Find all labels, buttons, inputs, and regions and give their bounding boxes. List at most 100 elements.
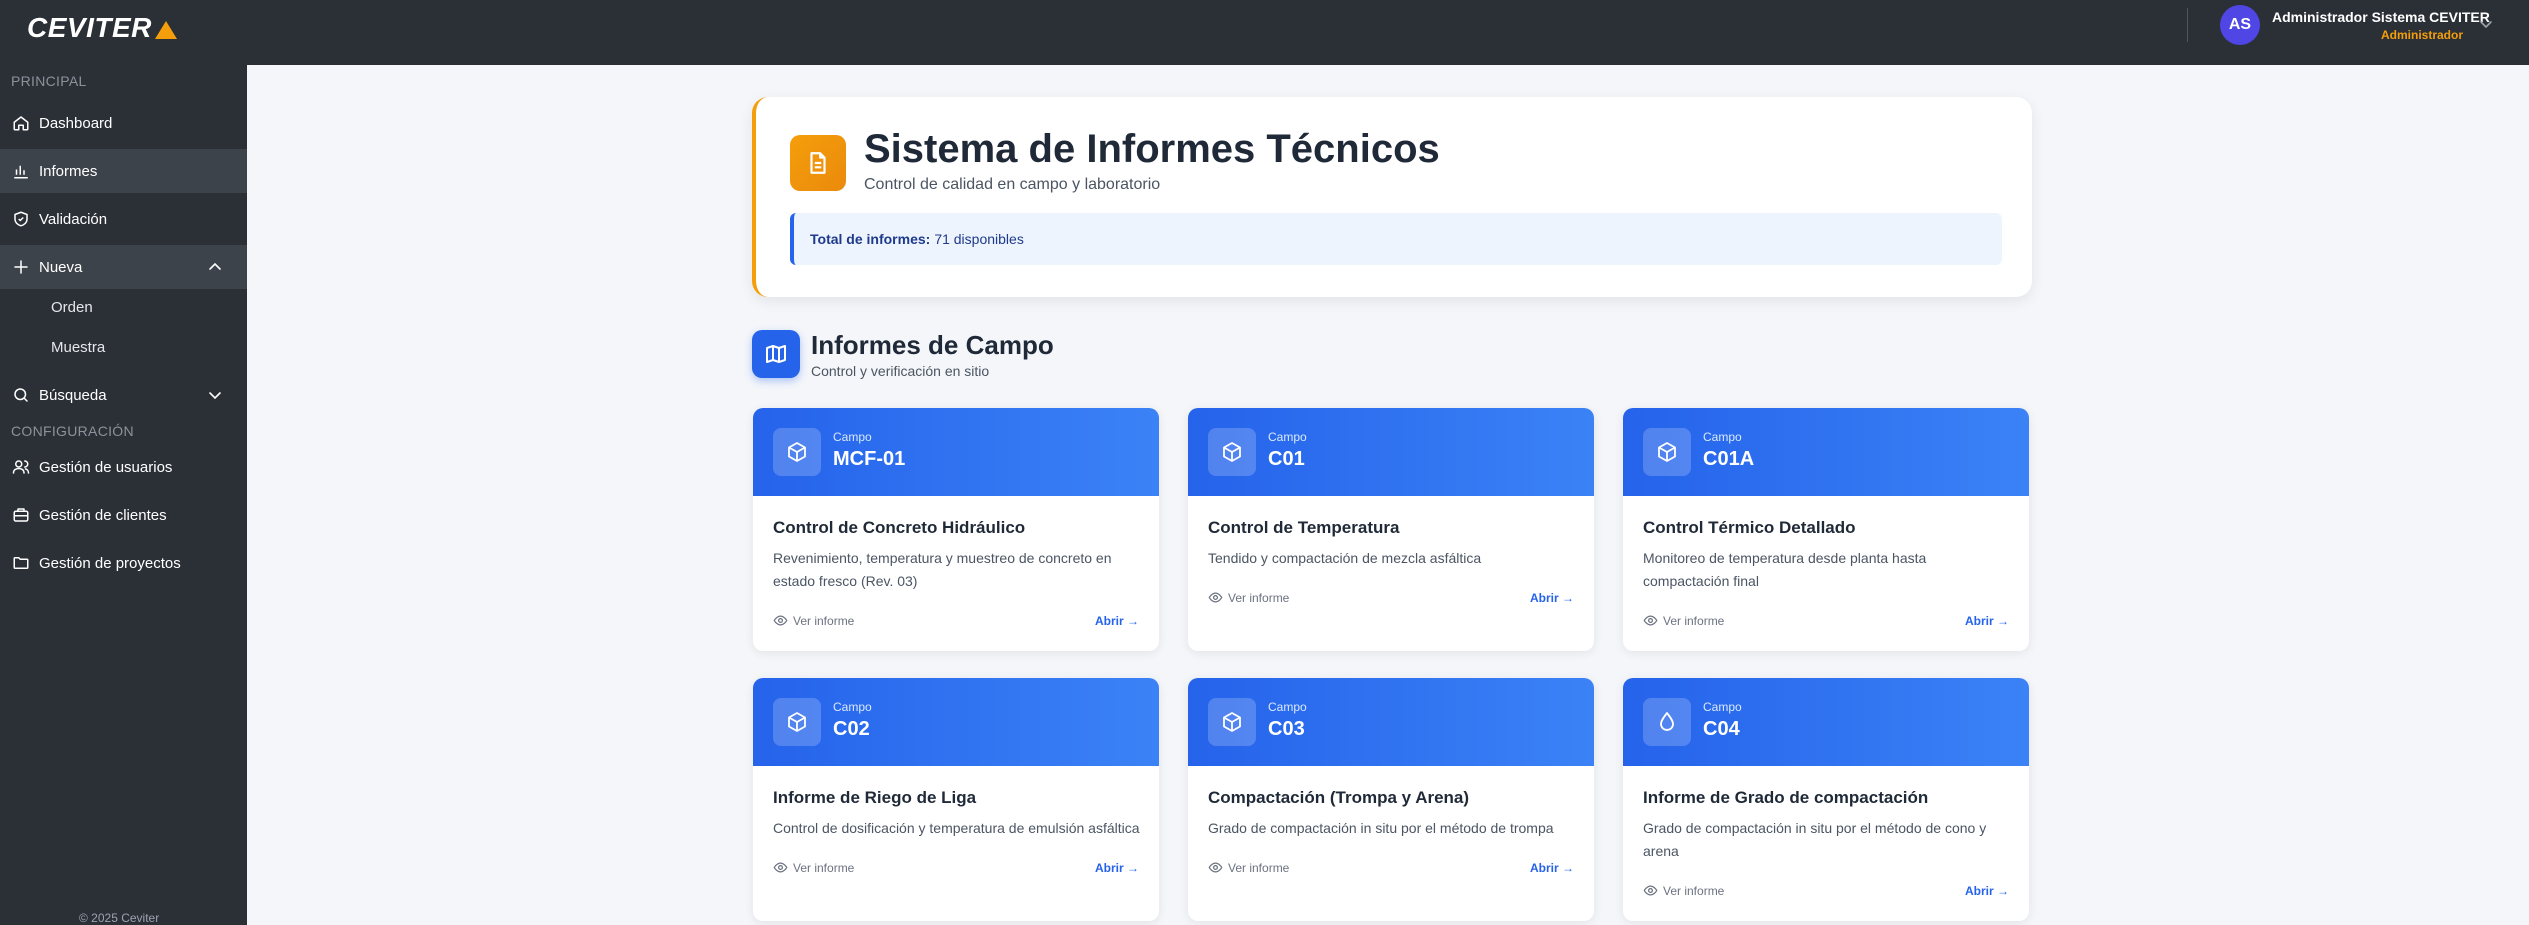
card-title: Control Térmico Detallado xyxy=(1643,518,1856,537)
card-tag: Campo xyxy=(1703,430,1742,444)
sidebar-item-nueva[interactable]: Nueva xyxy=(0,245,247,289)
chevron-up-icon xyxy=(209,262,221,270)
divider xyxy=(2187,8,2188,42)
cube-icon xyxy=(1643,428,1691,476)
sidebar-item-proyectos[interactable]: Gestión de proyectos xyxy=(0,541,247,585)
card-code: MCF-01 xyxy=(833,448,906,470)
report-card-c03[interactable]: Campo C03 Compactación (Trompa y Arena) … xyxy=(1188,678,1594,921)
report-card-mcf-01[interactable]: Campo MCF-01 Control de Concreto Hidrául… xyxy=(753,408,1159,651)
eye-icon xyxy=(1208,592,1223,603)
card-title: Control de Concreto Hidráulico xyxy=(773,518,1026,537)
avatar[interactable]: AS xyxy=(2220,5,2260,45)
open-report-link[interactable]: Abrir → xyxy=(1095,861,1139,875)
card-code: C01A xyxy=(1703,448,1755,470)
view-report-link[interactable]: Ver informe xyxy=(1643,613,1724,628)
card-code: C02 xyxy=(833,718,870,740)
sidebar: PRINCIPAL Dashboard Informes Validación … xyxy=(0,65,247,925)
open-report-link[interactable]: Abrir → xyxy=(1530,591,1574,605)
total-value: 71 disponibles xyxy=(934,231,1024,247)
eye-icon xyxy=(773,615,788,626)
droplet-icon xyxy=(1643,698,1691,746)
view-report-link[interactable]: Ver informe xyxy=(1643,883,1724,898)
report-card-c01a[interactable]: Campo C01A Control Térmico Detallado Mon… xyxy=(1623,408,2029,651)
card-title: Informe de Riego de Liga xyxy=(773,788,977,807)
map-icon xyxy=(752,330,800,378)
header-card: Sistema de Informes Técnicos Control de … xyxy=(752,97,2032,297)
sidebar-item-label: Gestión de usuarios xyxy=(39,458,173,476)
card-code: C01 xyxy=(1268,448,1305,470)
page-subtitle: Control de calidad en campo y laboratori… xyxy=(864,176,1161,193)
card-tag: Campo xyxy=(1268,430,1307,444)
sidebar-item-label: Gestión de clientes xyxy=(39,506,167,524)
report-card-c01[interactable]: Campo C01 Control de Temperatura Tendido… xyxy=(1188,408,1594,651)
report-card-c04[interactable]: Campo C04 Informe de Grado de compactaci… xyxy=(1623,678,2029,921)
card-tag: Campo xyxy=(1268,700,1307,714)
view-report-link[interactable]: Ver informe xyxy=(1208,590,1289,605)
card-header: Campo MCF-01 xyxy=(753,408,1159,496)
home-icon xyxy=(11,113,31,133)
sidebar-item-usuarios[interactable]: Gestión de usuarios xyxy=(0,445,247,489)
total-label: Total de informes: xyxy=(810,231,931,247)
section-label-principal: PRINCIPAL xyxy=(11,73,87,89)
sidebar-item-busqueda[interactable]: Búsqueda xyxy=(0,373,247,417)
card-title: Informe de Grado de compactación xyxy=(1643,788,1929,807)
view-report-link[interactable]: Ver informe xyxy=(773,613,854,628)
card-tag: Campo xyxy=(1703,700,1742,714)
card-header: Campo C01A xyxy=(1623,408,2029,496)
card-description: Grado de compactación in situ por el mét… xyxy=(1208,820,1554,836)
open-report-link[interactable]: Abrir → xyxy=(1530,861,1574,875)
building-icon xyxy=(11,505,31,525)
sidebar-item-label: Informes xyxy=(39,162,98,180)
section-label-config: CONFIGURACIÓN xyxy=(11,423,134,439)
view-report-link[interactable]: Ver informe xyxy=(773,860,854,875)
plus-icon xyxy=(11,257,31,277)
sidebar-subitem-muestra[interactable]: Muestra xyxy=(51,339,105,356)
open-report-link[interactable]: Abrir → xyxy=(1095,614,1139,628)
sidebar-item-label: Nueva xyxy=(39,258,83,276)
sidebar-item-validacion[interactable]: Validación xyxy=(0,197,247,241)
card-header: Campo C04 xyxy=(1623,678,2029,766)
sidebar-item-informes[interactable]: Informes xyxy=(0,149,247,193)
sidebar-item-label: Dashboard xyxy=(39,114,113,132)
card-header: Campo C03 xyxy=(1188,678,1594,766)
cube-icon xyxy=(1208,698,1256,746)
card-description: Control de dosificación y temperatura de… xyxy=(773,820,1140,836)
chevron-down-icon[interactable] xyxy=(2478,16,2494,32)
card-description: Monitoreo de temperatura desde planta ha… xyxy=(1643,550,1927,589)
sidebar-item-label: Validación xyxy=(39,210,108,228)
brand-triangle-icon xyxy=(154,21,177,39)
search-icon xyxy=(11,385,31,405)
sidebar-subitem-orden[interactable]: Orden xyxy=(51,299,93,316)
view-report-link[interactable]: Ver informe xyxy=(1208,860,1289,875)
eye-icon xyxy=(1643,885,1658,896)
users-icon xyxy=(11,457,31,477)
sidebar-item-clientes[interactable]: Gestión de clientes xyxy=(0,493,247,537)
total-info-banner: Total de informes: 71 disponibles xyxy=(790,213,2002,265)
chevron-down-icon xyxy=(209,392,221,400)
card-description: Revenimiento, temperatura y muestreo de … xyxy=(773,550,1112,589)
user-name[interactable]: Administrador Sistema CEVITER xyxy=(2272,9,2490,25)
top-bar: CEVITER AS Administrador Sistema CEVITER… xyxy=(0,0,2529,65)
cube-icon xyxy=(1208,428,1256,476)
brand-name: CEVITER xyxy=(27,12,152,43)
card-code: C03 xyxy=(1268,718,1305,740)
chart-bar-icon xyxy=(11,161,31,181)
cube-icon xyxy=(773,698,821,746)
brand-logo[interactable]: CEVITER xyxy=(27,12,177,44)
section-title: Informes de Campo xyxy=(811,330,1054,360)
open-report-link[interactable]: Abrir → xyxy=(1965,614,2009,628)
sidebar-item-dashboard[interactable]: Dashboard xyxy=(0,101,247,145)
document-icon xyxy=(790,135,846,191)
card-description: Grado de compactación in situ por el mét… xyxy=(1643,820,1987,859)
report-card-c02[interactable]: Campo C02 Informe de Riego de Liga Contr… xyxy=(753,678,1159,921)
cube-icon xyxy=(773,428,821,476)
sidebar-item-label: Búsqueda xyxy=(39,386,107,404)
eye-icon xyxy=(1208,862,1223,873)
user-role: Administrador xyxy=(2380,28,2463,42)
page-title: Sistema de Informes Técnicos xyxy=(864,127,1440,171)
eye-icon xyxy=(1643,615,1658,626)
folder-icon xyxy=(11,553,31,573)
card-tag: Campo xyxy=(833,430,872,444)
card-code: C04 xyxy=(1703,718,1740,740)
open-report-link[interactable]: Abrir → xyxy=(1965,884,2009,898)
